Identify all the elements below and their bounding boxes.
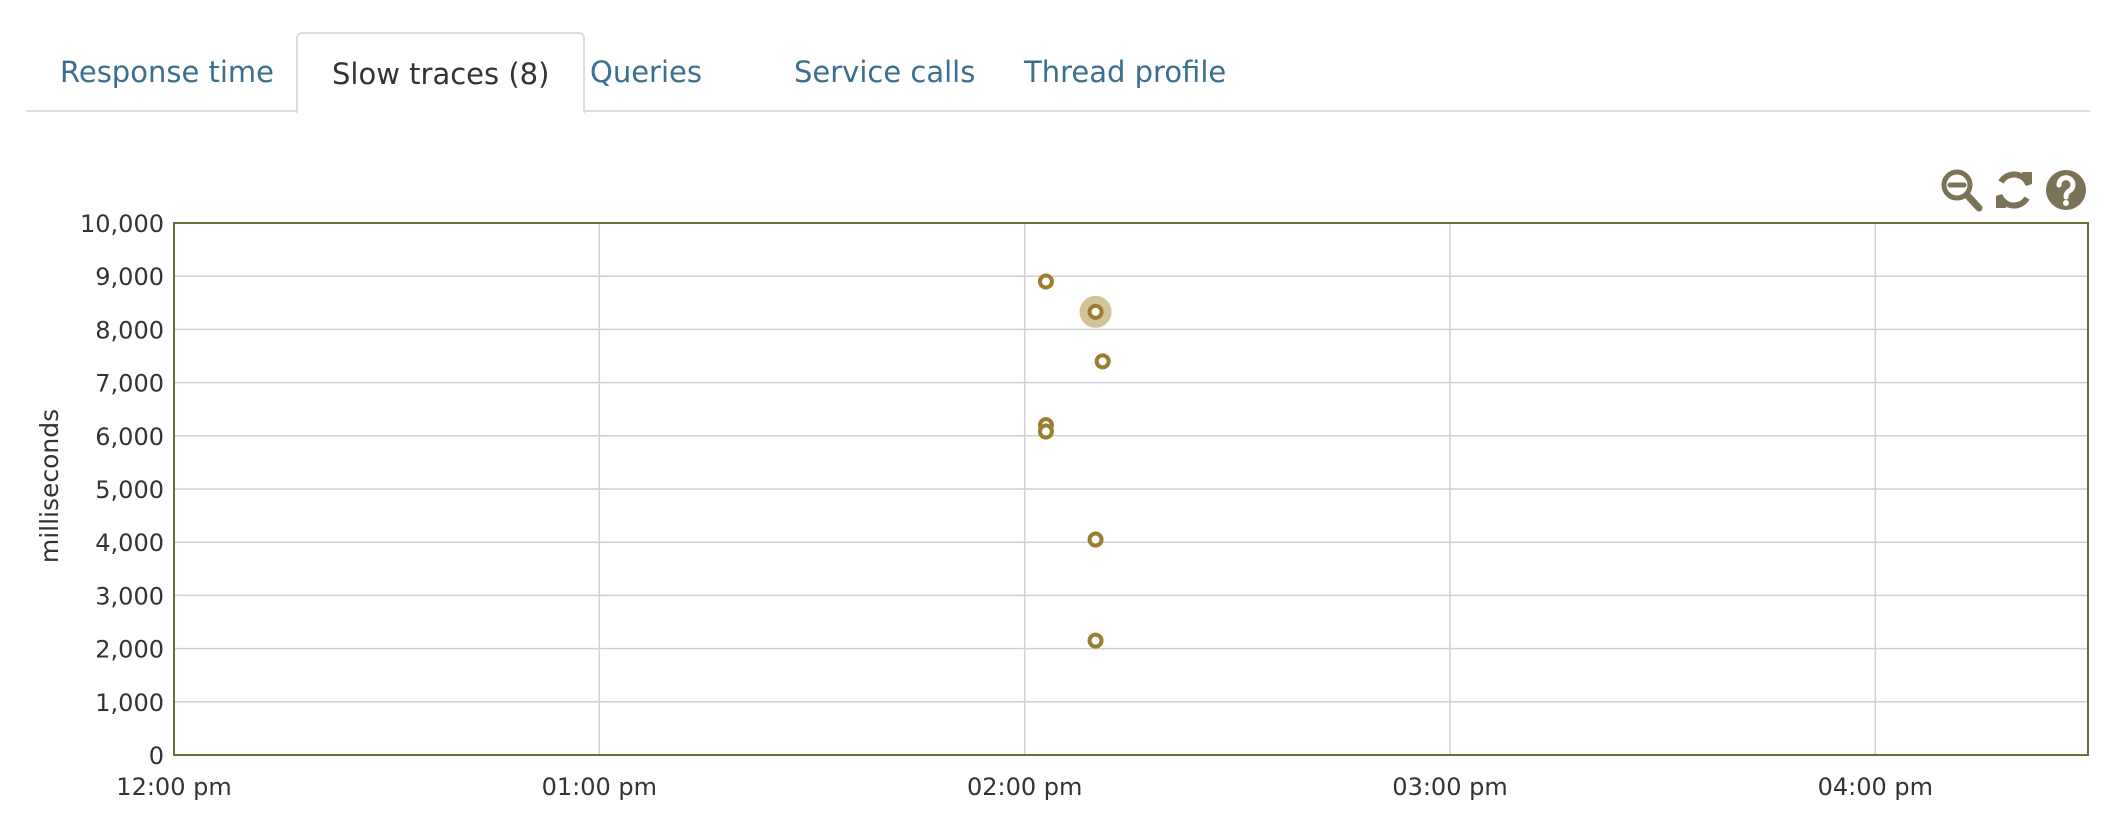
y-tick-label: 0 — [149, 742, 164, 770]
trace-point[interactable] — [1094, 353, 1111, 370]
trace-point[interactable] — [1087, 531, 1104, 548]
x-axis-ticks: 12:00 pm 01:00 pm 02:00 pm 03:00 pm 04:00 pm — [116, 773, 1933, 801]
y-axis-label: milliseconds — [35, 409, 64, 563]
x-tick-label: 03:00 pm — [1392, 773, 1507, 801]
y-tick-label: 9,000 — [95, 263, 164, 291]
y-tick-label: 2,000 — [95, 636, 164, 664]
trace-point[interactable] — [1087, 632, 1104, 649]
x-tick-label: 01:00 pm — [542, 773, 657, 801]
y-tick-label: 3,000 — [95, 582, 164, 610]
y-tick-label: 8,000 — [95, 316, 164, 344]
y-tick-label: 5,000 — [95, 476, 164, 504]
y-tick-label: 7,000 — [95, 370, 164, 398]
trace-point[interactable] — [1087, 303, 1104, 320]
trace-point[interactable] — [1037, 423, 1054, 440]
x-tick-label: 04:00 pm — [1818, 773, 1933, 801]
y-axis-ticks: 0 1,000 2,000 3,000 4,000 5,000 6,000 7,000 8,00… — [80, 210, 164, 770]
x-tick-label: 12:00 pm — [116, 773, 231, 801]
y-tick-label: 6,000 — [95, 423, 164, 451]
y-tick-label: 10,000 — [80, 210, 164, 238]
data-points — [1037, 273, 1112, 649]
y-tick-label: 1,000 — [95, 689, 164, 717]
grid — [174, 223, 2088, 755]
y-tick-label: 4,000 — [95, 529, 164, 557]
slow-traces-scatter-chart[interactable]: 0 1,000 2,000 3,000 4,000 5,000 6,000 7,000 8,00… — [0, 0, 2120, 834]
x-tick-label: 02:00 pm — [967, 773, 1082, 801]
trace-point[interactable] — [1037, 273, 1054, 290]
